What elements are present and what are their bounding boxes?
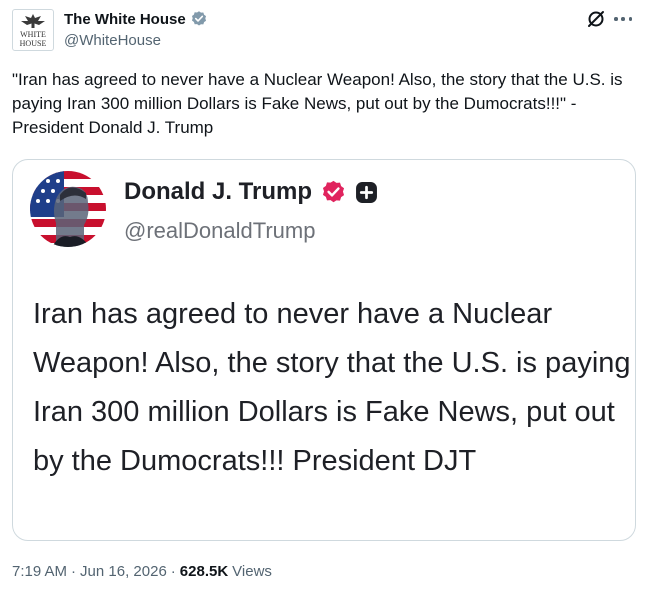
post-metadata: 7:19 AM · Jun 16, 2026 · 628.5K Views	[12, 563, 272, 580]
post-date[interactable]: Jun 16, 2026	[80, 563, 167, 580]
trump-avatar[interactable]	[30, 171, 106, 247]
more-dot	[628, 17, 632, 21]
avatar-text-bottom: HOUSE	[20, 39, 47, 48]
plus-badge-icon	[356, 181, 377, 203]
post-author: The White House @WhiteHouse	[64, 9, 208, 49]
verified-badge-icon	[322, 180, 345, 202]
author-name-row: The White House	[64, 9, 208, 29]
trump-portrait-image	[30, 171, 106, 247]
author-name[interactable]: The White House	[64, 11, 186, 28]
more-dot	[614, 17, 618, 21]
quote-text: Iran has agreed to never have a Nuclear …	[33, 298, 631, 477]
views-label: Views	[232, 563, 272, 580]
white-house-avatar[interactable]: WHITE HOUSE	[12, 9, 54, 51]
quote-author-handle[interactable]: @realDonaldTrump	[124, 218, 315, 244]
quoted-post-card[interactable]: Donald J. Trump @realDonaldTrump Iran ha…	[12, 159, 636, 541]
author-handle[interactable]: @WhiteHouse	[64, 32, 208, 49]
grok-icon[interactable]	[586, 9, 606, 29]
more-dot	[621, 17, 625, 21]
quote-author-name[interactable]: Donald J. Trump	[124, 178, 312, 206]
quote-author-name-row: Donald J. Trump	[124, 178, 378, 206]
meta-separator: ·	[71, 563, 77, 580]
avatar-text-top: WHITE	[20, 30, 46, 39]
post: WHITE HOUSE The White House @WhiteHouse …	[0, 0, 652, 590]
gray-verified-badge-icon[interactable]	[190, 10, 208, 28]
post-time[interactable]: 7:19 AM	[12, 563, 67, 580]
white-house-logo-icon: WHITE HOUSE	[20, 14, 47, 48]
views-count[interactable]: 628.5K	[180, 563, 228, 580]
more-options-icon[interactable]	[612, 9, 634, 29]
meta-separator: ·	[170, 563, 176, 580]
post-text: "Iran has agreed to never have a Nuclear…	[12, 70, 623, 137]
